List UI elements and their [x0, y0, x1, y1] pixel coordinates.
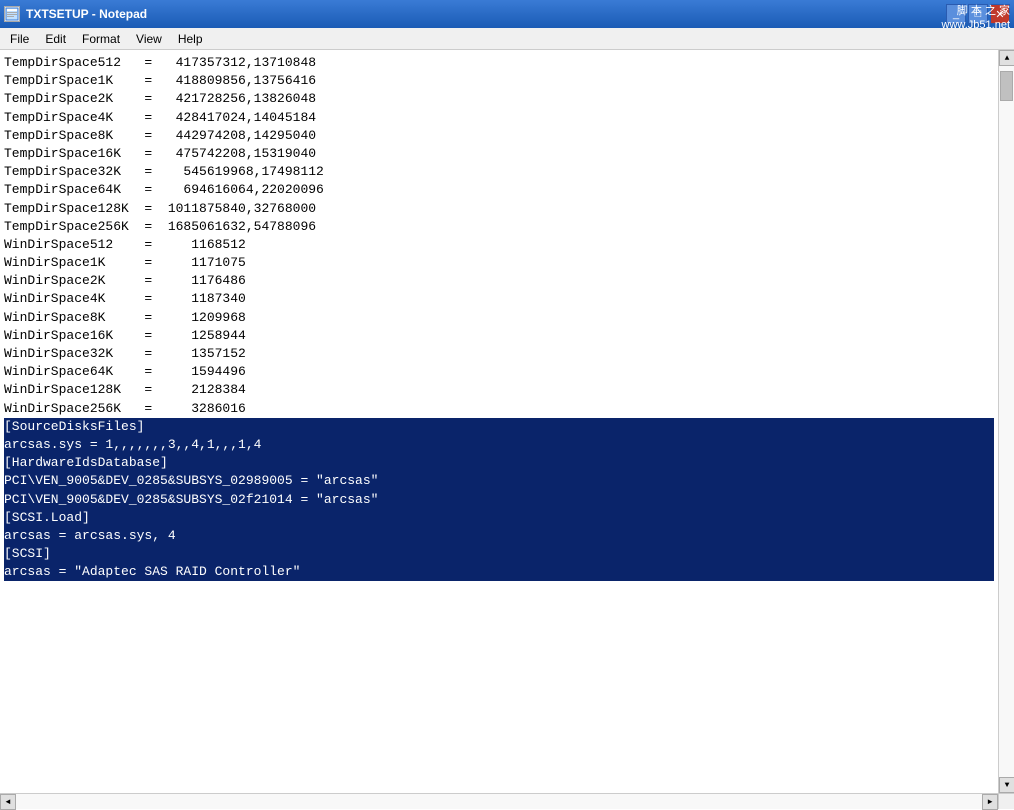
text-line: TempDirSpace32K = 545619968,17498112 — [4, 163, 994, 181]
text-line: TempDirSpace64K = 694616064,22020096 — [4, 181, 994, 199]
text-line: WinDirSpace32K = 1357152 — [4, 345, 994, 363]
text-line: [SCSI] — [4, 545, 994, 563]
text-line: TempDirSpace1K = 418809856,13756416 — [4, 72, 994, 90]
watermark-line2: www.Jb51.net — [942, 18, 1010, 32]
watermark-line1: 脚 本 之 家 — [942, 4, 1010, 18]
horizontal-scrollbar[interactable]: ◄ ► — [0, 793, 998, 809]
text-line: TempDirSpace2K = 421728256,13826048 — [4, 90, 994, 108]
editor[interactable]: TempDirSpace512 = 417357312,13710848Temp… — [0, 50, 1014, 809]
text-content: TempDirSpace512 = 417357312,13710848Temp… — [0, 50, 998, 793]
text-line: PCI\VEN_9005&DEV_0285&SUBSYS_02f21014 = … — [4, 491, 994, 509]
watermark: 脚 本 之 家 www.Jb51.net — [942, 4, 1010, 33]
menu-item-view[interactable]: View — [128, 28, 170, 49]
title-bar: TXTSETUP - Notepad 脚 本 之 家 www.Jb51.net … — [0, 0, 1014, 28]
text-line: TempDirSpace128K = 1011875840,32768000 — [4, 200, 994, 218]
title-left: TXTSETUP - Notepad — [4, 6, 147, 22]
text-line: arcsas = "Adaptec SAS RAID Controller" — [4, 563, 994, 581]
text-line: WinDirSpace16K = 1258944 — [4, 327, 994, 345]
text-line: WinDirSpace64K = 1594496 — [4, 363, 994, 381]
scroll-track-horizontal[interactable] — [16, 794, 982, 809]
text-line: [SCSI.Load] — [4, 509, 994, 527]
text-line: WinDirSpace1K = 1171075 — [4, 254, 994, 272]
scroll-up-button[interactable]: ▲ — [999, 50, 1014, 66]
scroll-thumb-vertical[interactable] — [1000, 71, 1013, 101]
text-line: arcsas = arcsas.sys, 4 — [4, 527, 994, 545]
text-line: WinDirSpace256K = 3286016 — [4, 400, 994, 418]
text-line: TempDirSpace512 = 417357312,13710848 — [4, 54, 994, 72]
scroll-down-button[interactable]: ▼ — [999, 777, 1014, 793]
text-line: WinDirSpace2K = 1176486 — [4, 272, 994, 290]
text-line: arcsas.sys = 1,,,,,,,3,,4,1,,,1,4 — [4, 436, 994, 454]
title-text: TXTSETUP - Notepad — [26, 7, 147, 21]
text-line: WinDirSpace512 = 1168512 — [4, 236, 994, 254]
app-icon — [4, 6, 20, 22]
text-line: WinDirSpace128K = 2128384 — [4, 381, 994, 399]
text-line: TempDirSpace16K = 475742208,15319040 — [4, 145, 994, 163]
text-line: PCI\VEN_9005&DEV_0285&SUBSYS_02989005 = … — [4, 472, 994, 490]
scroll-right-button[interactable]: ► — [982, 794, 998, 810]
text-line: [SourceDisksFiles] — [4, 418, 994, 436]
scroll-track-vertical[interactable] — [999, 66, 1014, 777]
text-line: TempDirSpace256K = 1685061632,54788096 — [4, 218, 994, 236]
scroll-left-button[interactable]: ◄ — [0, 794, 16, 810]
content-area: TempDirSpace512 = 417357312,13710848Temp… — [0, 50, 1014, 809]
text-line: TempDirSpace8K = 442974208,14295040 — [4, 127, 994, 145]
vertical-scrollbar[interactable]: ▲ ▼ — [998, 50, 1014, 793]
text-line: WinDirSpace4K = 1187340 — [4, 290, 994, 308]
text-line: WinDirSpace8K = 1209968 — [4, 309, 994, 327]
menu-item-file[interactable]: File — [2, 28, 37, 49]
menu-bar: FileEditFormatViewHelp — [0, 28, 1014, 50]
menu-item-format[interactable]: Format — [74, 28, 128, 49]
menu-item-help[interactable]: Help — [170, 28, 211, 49]
text-line: TempDirSpace4K = 428417024,14045184 — [4, 109, 994, 127]
text-line: [HardwareIdsDatabase] — [4, 454, 994, 472]
menu-item-edit[interactable]: Edit — [37, 28, 74, 49]
scrollbar-corner — [998, 793, 1014, 809]
